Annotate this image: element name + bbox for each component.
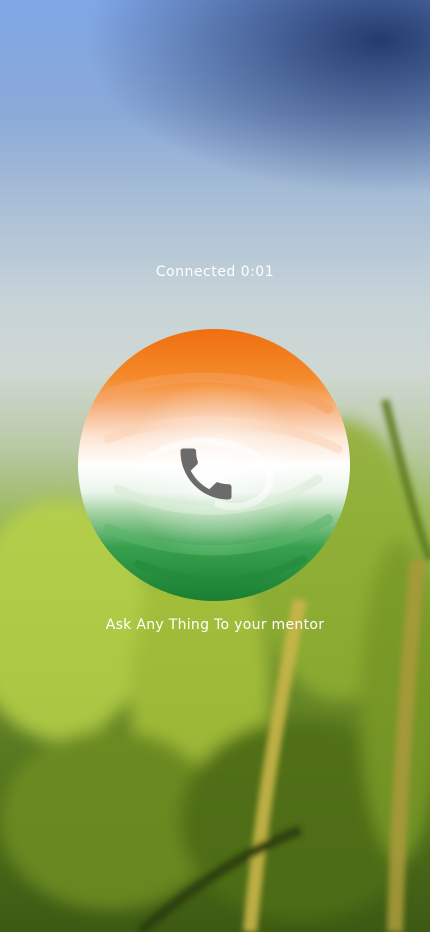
phone-icon[interactable]: [172, 440, 240, 508]
call-duration: 0:01: [240, 264, 275, 280]
call-screen: Connected 0:01 Ask Any Thing To your men…: [0, 0, 430, 932]
call-status-label: Connected: [155, 264, 236, 280]
call-status: Connected 0:01: [0, 264, 430, 280]
call-caption: Ask Any Thing To your mentor: [105, 617, 325, 633]
